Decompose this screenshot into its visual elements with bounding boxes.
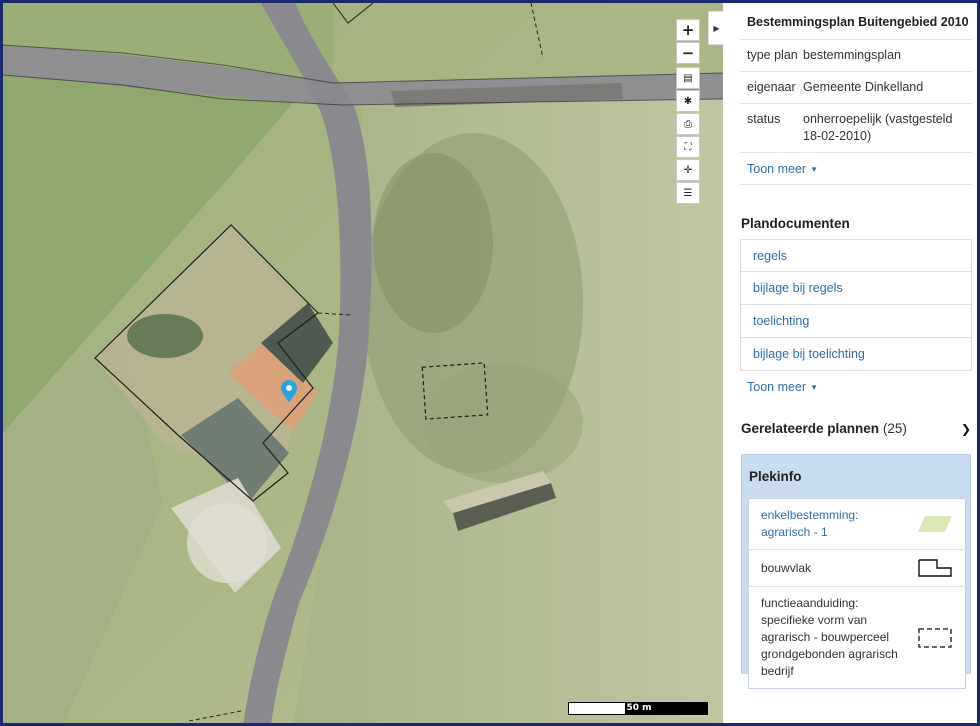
property-key: status [747,112,781,126]
related-plans-title: Gerelateerde plannen (25) [741,421,907,436]
settings-button[interactable]: ✱ [676,90,700,112]
plan-properties: type plan bestemmingsplan eigenaar Gemee… [740,39,972,185]
document-link[interactable]: bijlage bij toelichting [740,338,972,371]
fullscreen-icon: ⛶ [684,141,692,153]
show-more-label: Toon meer [747,380,807,394]
property-row: eigenaar Gemeente Dinkelland [740,72,972,104]
related-plans-label: Gerelateerde plannen [741,421,880,436]
plan-title: Bestemmingsplan Buitengebied 2010 [747,15,969,29]
fullscreen-button[interactable]: ⛶ [676,136,700,158]
crosshair-icon: ✛ [683,164,693,176]
property-value: Gemeente Dinkelland [803,80,924,94]
property-key: type plan [747,48,798,62]
plekinfo-row-text[interactable]: enkelbestemming: agrarisch - 1 [761,507,871,541]
map-view[interactable]: + − ▤ ✱ ⎙ ⛶ ✛ ☰ 50 m ▶ [3,3,723,723]
show-more-label: Toon meer [747,162,807,176]
plan-show-more-link[interactable]: Toon meer ▼ [740,153,972,185]
legend-green-parallelogram-icon [918,516,952,532]
print-icon: ⎙ [684,118,692,130]
zoom-in-button[interactable]: + [676,19,700,41]
scale-bar: 50 m [568,702,708,715]
documents-title: Plandocumenten [741,216,850,231]
property-key: eigenaar [747,80,796,94]
layers-button[interactable]: ▤ [676,67,700,89]
property-value: bestemmingsplan [803,48,901,62]
scale-bar-label: 50 m [626,703,652,713]
property-value: onherroepelijk (vastgesteld 18-02-2010) [803,112,953,143]
plekinfo-row: bouwvlak [749,550,965,587]
legend-dashed-rectangle-icon [918,627,952,648]
print-button[interactable]: ⎙ [676,113,700,135]
plekinfo-row[interactable]: enkelbestemming: agrarisch - 1 [749,499,965,550]
minus-icon: − [681,44,695,62]
plekinfo-row-text: bouwvlak [761,560,812,575]
map-toolbar: + − ▤ ✱ ⎙ ⛶ ✛ ☰ [676,19,700,204]
plekinfo-title: Plekinfo [749,469,802,484]
zoom-out-button[interactable]: − [676,42,700,64]
plekinfo-row-text: functieaanduiding: specifieke vorm van a… [761,596,898,678]
property-row: status onherroepelijk (vastgesteld 18-02… [740,104,972,153]
related-plans-count: (25) [882,421,907,436]
plekinfo-row: functieaanduiding: specifieke vorm van a… [749,587,965,688]
app-frame: + − ▤ ✱ ⎙ ⛶ ✛ ☰ 50 m ▶ Bestemmingsplan Buitenge… [0,0,980,726]
document-link[interactable]: toelichting [740,305,972,338]
info-sidebar: Bestemmingsplan Buitengebied 2010 type p… [725,3,977,723]
document-link[interactable]: regels [740,239,972,272]
caret-down-icon: ▼ [810,165,818,175]
gear-icon: ✱ [683,95,693,107]
aerial-map [3,3,723,723]
plekinfo-list: enkelbestemming: agrarisch - 1 bouwvlak … [748,498,966,689]
related-plans-toggle[interactable]: Gerelateerde plannen (25) ❯ [741,421,971,436]
document-link[interactable]: bijlage bij regels [740,272,972,305]
layers-icon: ▤ [683,72,693,84]
plekinfo-panel: Plekinfo enkelbestemming: agrarisch - 1 … [741,454,971,689]
list-icon: ☰ [683,187,693,199]
legend-outline-stepped-icon [918,559,952,577]
caret-down-icon: ▼ [810,383,818,393]
property-row: type plan bestemmingsplan [740,40,972,72]
documents-show-more-link[interactable]: Toon meer ▼ [740,371,972,394]
plus-icon: + [681,21,695,39]
collapse-panel-button[interactable]: ▶ [708,11,723,45]
documents-list: regels bijlage bij regels toelichting bi… [740,239,972,394]
legend-button[interactable]: ☰ [676,182,700,204]
chevron-down-icon: ❯ [960,421,971,436]
locate-button[interactable]: ✛ [676,159,700,181]
location-marker-icon[interactable] [281,380,297,402]
caret-right-icon: ▶ [713,23,720,33]
